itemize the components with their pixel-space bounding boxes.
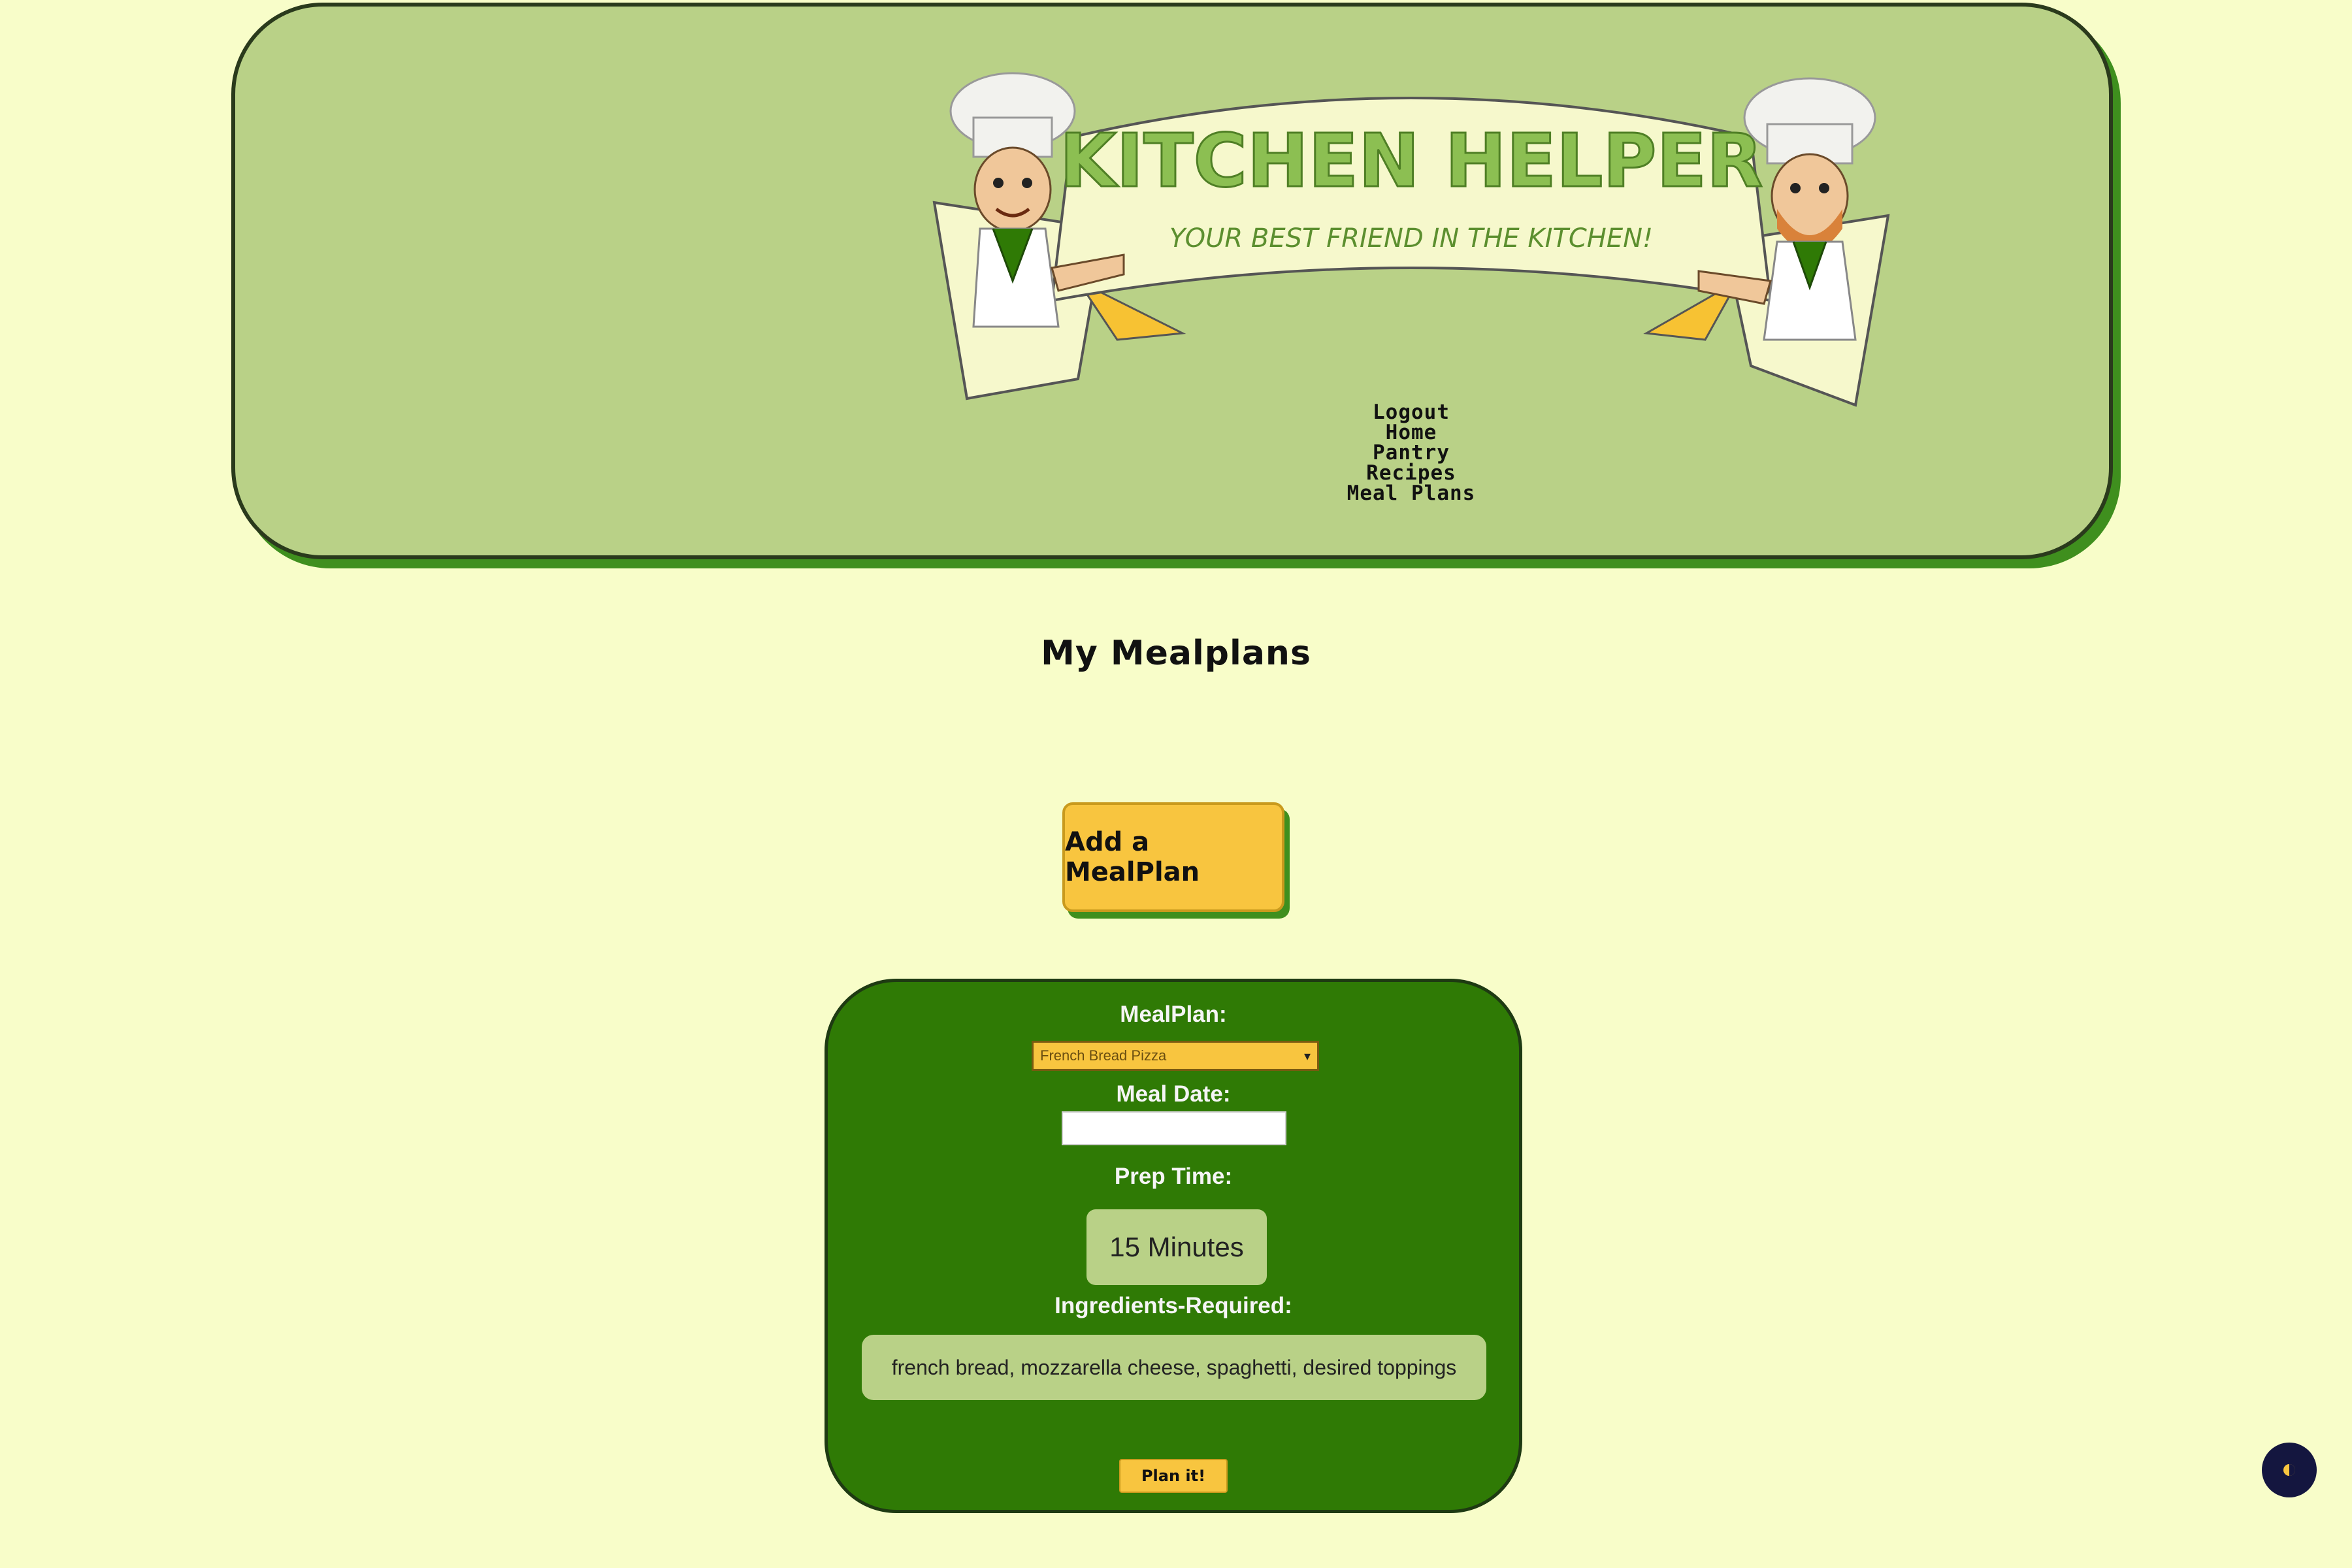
- nav-meal-plans-link[interactable]: Meal Plans: [1347, 483, 1476, 504]
- nav-pantry-link[interactable]: Pantry: [1373, 443, 1450, 463]
- nav-logout-link[interactable]: Logout: [1373, 402, 1450, 423]
- caret-down-icon: ▾: [1303, 1049, 1311, 1064]
- logo-tagline: YOUR BEST FRIEND IN THE KITCHEN!: [1169, 223, 1653, 253]
- ingredients-value: french bread, mozzarella cheese, spaghet…: [862, 1335, 1486, 1400]
- nav-home-link[interactable]: Home: [1386, 423, 1437, 443]
- page: KITCHEN HELPER YOUR BEST FRIEND IN THE K…: [0, 0, 2352, 1568]
- add-mealplan-button[interactable]: Add a MealPlan: [1062, 802, 1284, 912]
- meal-date-input[interactable]: [1062, 1111, 1286, 1145]
- mealplan-label: MealPlan:: [1120, 1002, 1227, 1027]
- site-header: KITCHEN HELPER YOUR BEST FRIEND IN THE K…: [231, 3, 2113, 559]
- plan-it-button[interactable]: Plan it!: [1119, 1459, 1228, 1493]
- kitchen-helper-logo: KITCHEN HELPER YOUR BEST FRIEND IN THE K…: [932, 72, 1890, 407]
- prep-time-value: 15 Minutes: [1086, 1209, 1267, 1285]
- meal-date-label: Meal Date:: [1116, 1081, 1231, 1107]
- mealplan-selected-value: French Bread Pizza: [1040, 1047, 1167, 1064]
- ingredients-label: Ingredients-Required:: [1054, 1293, 1292, 1318]
- nav-recipes-link[interactable]: Recipes: [1366, 463, 1456, 483]
- main-nav: Logout Home Pantry Recipes Meal Plans: [1307, 402, 1516, 504]
- page-title: My Mealplans: [1041, 634, 1311, 673]
- mealplan-select[interactable]: French Bread Pizza ▾: [1032, 1041, 1319, 1071]
- prep-time-label: Prep Time:: [1114, 1164, 1233, 1189]
- logo-title: KITCHEN HELPER: [1060, 119, 1763, 204]
- mealplan-form: MealPlan: French Bread Pizza ▾ Meal Date…: [825, 979, 1522, 1513]
- theme-toggle-button[interactable]: [2262, 1443, 2317, 1497]
- half-moon-icon: [2283, 1464, 2295, 1476]
